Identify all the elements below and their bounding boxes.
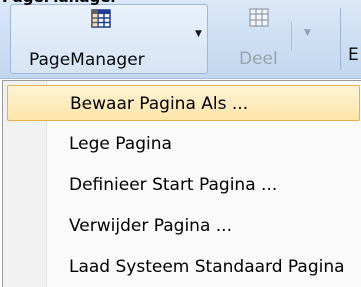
ribbon-divider [340,8,341,70]
deel-label: Deel [239,49,278,69]
menu-item-verwijder-pagina[interactable]: Verwijder Pagina ... [7,208,360,244]
menu-item-definieer-start-pagina[interactable]: Definieer Start Pagina ... [7,167,360,203]
chevron-down-icon[interactable]: ▼ [195,29,202,39]
page-manager-dropdown-menu: Bewaar Pagina Als ... Lege Pagina Defini… [2,80,361,287]
group-separator [291,22,292,50]
menu-item-label: Bewaar Pagina Als ... [70,94,249,114]
ribbon-toolbar: ▼ PageManager ▼ Deel E [0,0,361,79]
chevron-down-icon[interactable]: ▼ [304,28,311,38]
menu-item-label: Lege Pagina [69,134,172,154]
app-root: ▼ PageManager ▼ Deel E PageManager [0,0,361,287]
menu-item-label: Laad Systeem Standaard Pagina [69,257,345,277]
menu-item-bewaar-pagina-als[interactable]: Bewaar Pagina Als ... [7,85,360,121]
page-manager-label: PageManager [29,50,145,70]
grid-table-icon [89,7,113,31]
grid-table-icon [247,6,271,30]
window-title: PageManager [0,0,232,8]
page-manager-button[interactable]: ▼ PageManager [10,4,208,74]
menu-item-label: Definieer Start Pagina ... [69,175,278,195]
menu-item-lege-pagina[interactable]: Lege Pagina [7,126,360,162]
deel-button[interactable]: ▼ Deel [215,4,330,74]
next-ribbon-label: E [348,45,359,65]
menu-item-laad-systeem-standaard-pagina[interactable]: Laad Systeem Standaard Pagina [7,249,360,285]
menu-item-label: Verwijder Pagina ... [69,216,232,236]
